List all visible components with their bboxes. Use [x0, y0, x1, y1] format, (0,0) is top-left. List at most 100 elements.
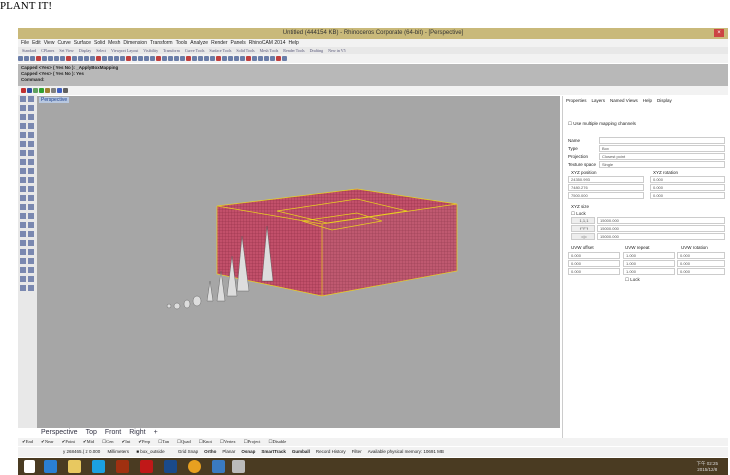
size-field[interactable]: 15000.000 — [597, 233, 725, 240]
tool-icon[interactable] — [20, 267, 26, 273]
tool-icon[interactable] — [20, 195, 26, 201]
render-tool-icon[interactable] — [39, 88, 44, 93]
toolbar-tool-icon[interactable] — [48, 56, 53, 61]
menu-item[interactable]: Mesh — [108, 40, 120, 46]
status-toggle[interactable]: Filter — [352, 449, 362, 454]
size-field[interactable]: 15000.000 — [597, 217, 725, 224]
toolbar-tab[interactable]: Render Tools — [283, 48, 304, 53]
menu-item[interactable]: Panels — [231, 40, 246, 46]
rotation-field[interactable]: 0.000 — [650, 192, 725, 199]
toolbar-tool-icon[interactable] — [24, 56, 29, 61]
tool-icon[interactable] — [28, 231, 34, 237]
tool-icon[interactable] — [20, 213, 26, 219]
texture-space-select[interactable]: Single — [599, 161, 725, 168]
close-icon[interactable]: × — [714, 29, 724, 37]
position-field[interactable]: 7500.000 — [568, 192, 644, 199]
render-tool-icon[interactable] — [33, 88, 38, 93]
toolbar-tab[interactable]: Drafting — [310, 48, 324, 53]
toolbar-tab[interactable]: Curve Tools — [185, 48, 205, 53]
toolbar-tool-icon[interactable] — [276, 56, 281, 61]
panel-tab[interactable]: Named Views — [610, 98, 638, 103]
osnap-checkbox[interactable]: ☐Disable — [268, 439, 290, 444]
toolbar-tool-icon[interactable] — [114, 56, 119, 61]
tool-icon[interactable] — [28, 285, 34, 291]
command-area[interactable]: Capped <Yes> ( Yes No ): _ApplyBoxMappin… — [18, 64, 728, 86]
toolbar-tool-icon[interactable] — [36, 56, 41, 61]
viewport-tab[interactable]: Top — [82, 429, 101, 436]
osnap-checkbox[interactable]: ☐Knot — [199, 439, 216, 444]
tool-icon[interactable] — [20, 231, 26, 237]
tool-icon[interactable] — [20, 141, 26, 147]
status-toggle[interactable]: Osnap — [241, 449, 255, 454]
render-tool-icon[interactable] — [51, 88, 56, 93]
toolbar-tab[interactable]: Display — [79, 48, 91, 53]
type-select[interactable]: Box — [599, 145, 725, 152]
toolbar-tool-icon[interactable] — [264, 56, 269, 61]
panel-tab[interactable]: Help — [643, 98, 652, 103]
toolbar-tool-icon[interactable] — [156, 56, 161, 61]
uvw-repeat-field[interactable]: 1.000 — [623, 252, 675, 259]
toolbar-tool-icon[interactable] — [162, 56, 167, 61]
panel-tab[interactable]: Properties — [566, 98, 587, 103]
toolbar-tool-icon[interactable] — [204, 56, 209, 61]
rotation-field[interactable]: 0.000 — [650, 184, 725, 191]
toolbar-tool-icon[interactable] — [198, 56, 203, 61]
acrobat-icon[interactable] — [140, 460, 153, 473]
toolbar-tab[interactable]: Transform — [163, 48, 180, 53]
toolbar-tool-icon[interactable] — [186, 56, 191, 61]
toolbar-tool-icon[interactable] — [18, 56, 23, 61]
clock[interactable]: 下午 02:25 2015/12/8 — [696, 461, 718, 473]
menu-item[interactable]: File — [21, 40, 29, 46]
tool-icon[interactable] — [28, 132, 34, 138]
perspective-viewport[interactable] — [37, 96, 560, 428]
tool-icon[interactable] — [28, 105, 34, 111]
viewport-tab[interactable]: Front — [101, 429, 125, 436]
skype-icon[interactable] — [92, 460, 105, 473]
tool-icon[interactable] — [28, 159, 34, 165]
rhino-icon[interactable] — [232, 460, 245, 473]
status-toggle[interactable]: Planar — [222, 449, 235, 454]
tool-icon[interactable] — [28, 276, 34, 282]
command-prompt[interactable]: Command: — [21, 77, 725, 83]
toolbar-tool-icon[interactable] — [222, 56, 227, 61]
viewport-label[interactable]: Perspective — [39, 97, 70, 103]
tool-icon[interactable] — [28, 96, 34, 102]
osnap-checkbox[interactable]: ☐Cen — [102, 439, 117, 444]
internet-explorer-icon[interactable] — [44, 460, 57, 473]
file-explorer-icon[interactable] — [68, 460, 81, 473]
toolbar-tool-icon[interactable] — [252, 56, 257, 61]
toolbar-tool-icon[interactable] — [72, 56, 77, 61]
tool-icon[interactable] — [28, 204, 34, 210]
toolbar-tool-icon[interactable] — [90, 56, 95, 61]
menu-item[interactable]: Tools — [176, 40, 188, 46]
toolbar-tool-icon[interactable] — [84, 56, 89, 61]
status-toggle[interactable]: Gumball — [292, 449, 310, 454]
tool-icon[interactable] — [28, 150, 34, 156]
toolbar-tool-icon[interactable] — [150, 56, 155, 61]
osnap-checkbox[interactable]: ✔Mid — [83, 439, 98, 444]
toolbar-tool-icon[interactable] — [102, 56, 107, 61]
toolbar-tool-icon[interactable] — [138, 56, 143, 61]
tool-icon[interactable] — [20, 204, 26, 210]
tool-icon[interactable] — [28, 249, 34, 255]
uvw-rotation-field[interactable]: 0.000 — [677, 252, 725, 259]
osnap-checkbox[interactable]: ✔Perp — [138, 439, 154, 444]
toolbar-tab[interactable]: CPlanes — [41, 48, 54, 53]
toolbar-tool-icon[interactable] — [108, 56, 113, 61]
tool-icon[interactable] — [28, 114, 34, 120]
panel-tab[interactable]: Layers — [592, 98, 606, 103]
osnap-checkbox[interactable]: ☐Vertex — [220, 439, 240, 444]
toolbar-tool-icon[interactable] — [192, 56, 197, 61]
tool-icon[interactable] — [20, 222, 26, 228]
osnap-checkbox[interactable]: ✔End — [22, 439, 37, 444]
toolbar-tool-icon[interactable] — [132, 56, 137, 61]
photoshop-icon[interactable] — [164, 460, 177, 473]
menu-item[interactable]: Transform — [150, 40, 173, 46]
render-tool-icon[interactable] — [63, 88, 68, 93]
tool-icon[interactable] — [20, 123, 26, 129]
tool-icon[interactable] — [20, 105, 26, 111]
tool-icon[interactable] — [28, 240, 34, 246]
size-button[interactable]: =|= — [571, 233, 595, 240]
tool-icon[interactable] — [28, 258, 34, 264]
status-toggle[interactable]: SmartTrack — [261, 449, 286, 454]
